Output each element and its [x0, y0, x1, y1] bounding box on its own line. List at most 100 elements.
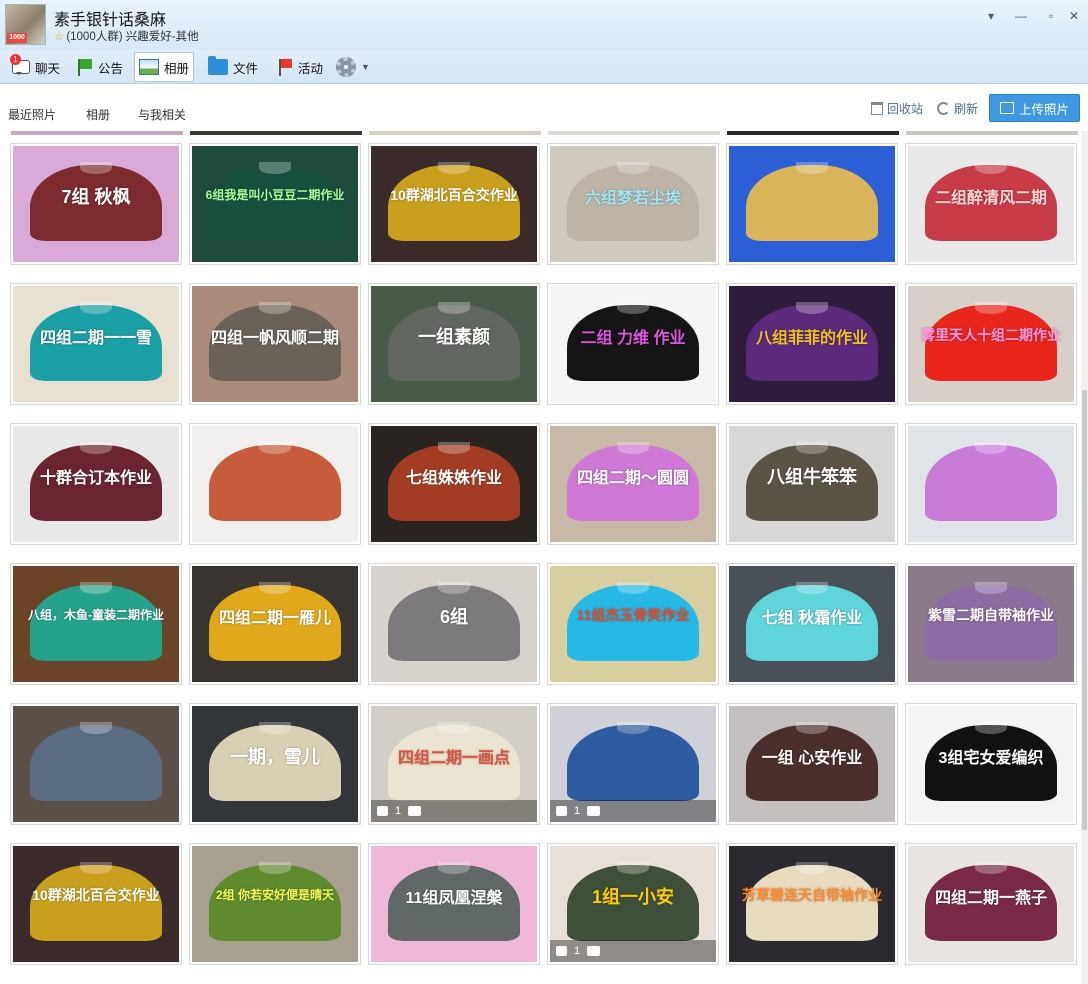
photo-thumbnail[interactable]: 雾里天人十组二期作业 — [905, 283, 1077, 405]
photo-thumbnail[interactable]: 八组牛笨笨 — [726, 423, 898, 545]
minimize-icon[interactable]: — — [1013, 9, 1029, 23]
maximize-icon[interactable]: ▫ — [1043, 9, 1059, 23]
photo-thumbnail[interactable]: 六组梦若尘埃 — [547, 143, 719, 265]
trash-icon — [871, 102, 883, 115]
recycle-bin-button[interactable]: 回收站 — [871, 100, 923, 117]
photo-thumbnail[interactable] — [726, 143, 898, 265]
photo-thumbnail[interactable]: 八组，木鱼-童装二期作业 — [10, 563, 182, 685]
group-avatar[interactable]: 1000 — [5, 4, 46, 45]
photo-caption: 一组素颜 — [418, 327, 490, 347]
photo-thumbnail[interactable] — [10, 703, 182, 825]
photo-thumbnail[interactable]: 七组 秋霜作业 — [726, 563, 898, 685]
photo-thumbnail[interactable]: 四组二期一画点 1 — [368, 703, 540, 825]
photo-thumbnail[interactable]: 十群合订本作业 — [10, 423, 182, 545]
thumbs-up-icon[interactable] — [377, 806, 388, 816]
photo-thumbnail[interactable]: 四组二期一雁儿 — [189, 563, 361, 685]
photo-thumbnail[interactable]: 四组二期～圆圆 — [547, 423, 719, 545]
photo-thumbnail[interactable] — [905, 423, 1077, 545]
photo-thumbnail[interactable]: 一组 心安作业 — [726, 703, 898, 825]
tab-recent-photos[interactable]: 最近照片 — [8, 106, 56, 123]
photo-thumbnail[interactable]: 2组 你若安好便是晴天 — [189, 843, 361, 965]
photo-image: 八组，木鱼-童装二期作业 — [13, 566, 179, 682]
photo-thumbnail[interactable]: 四组二期一一雪 — [10, 283, 182, 405]
tab-chat[interactable]: 1 聊天 — [8, 52, 64, 82]
tab-notice[interactable]: 公告 — [71, 52, 127, 82]
tab-album[interactable]: 相册 — [134, 52, 195, 82]
photo-thumbnail[interactable]: 紫雪二期自带袖作业 — [905, 563, 1077, 685]
knitted-sweater-image — [29, 721, 163, 802]
photo-partial-top[interactable] — [369, 131, 541, 135]
refresh-label: 刷新 — [954, 102, 979, 116]
photo-partial-top[interactable] — [548, 131, 720, 135]
album-subnav: 最近照片 相册 与我相关 — [0, 85, 1088, 131]
photo-caption: 6组 — [439, 607, 468, 627]
photo-image: 八组牛笨笨 — [729, 426, 895, 542]
photo-image: 一组 心安作业 — [729, 706, 895, 822]
upload-photo-button[interactable]: 上传照片 — [989, 94, 1080, 122]
photo-image: 10群湖北百合交作业 — [13, 846, 179, 962]
photo-partial-top[interactable] — [11, 131, 183, 135]
photo-image: 七组 秋霜作业 — [729, 566, 895, 682]
photo-partial-top[interactable] — [190, 131, 362, 135]
photo-thumbnail[interactable]: 10群湖北百合交作业 — [368, 143, 540, 265]
knitted-sweater-image — [924, 441, 1058, 522]
photo-thumbnail[interactable]: 七组姝姝作业 — [368, 423, 540, 545]
thumbs-up-icon[interactable] — [556, 946, 567, 956]
photo-thumbnail[interactable] — [189, 423, 361, 545]
scrollbar-thumb[interactable] — [1082, 390, 1087, 830]
refresh-button[interactable]: 刷新 — [937, 100, 978, 117]
tab-files[interactable]: 文件 — [204, 52, 262, 82]
photo-thumbnail[interactable]: 一期，雪儿 — [189, 703, 361, 825]
photo-image: 11组杰玉骨笑作业 — [550, 566, 716, 682]
photo-thumbnail[interactable]: 6组 — [368, 563, 540, 685]
photo-thumbnail[interactable]: 11组凤凰涅槃 — [368, 843, 540, 965]
photo-caption: 10群湖北百合交作业 — [32, 887, 160, 903]
photo-image: 四组二期～圆圆 — [550, 426, 716, 542]
close-icon[interactable]: ✕ — [1066, 9, 1082, 23]
photo-thumbnail[interactable]: 芳草碧连天自带袖作业 — [726, 843, 898, 965]
comment-icon[interactable] — [408, 806, 422, 816]
tab-related[interactable]: 与我相关 — [138, 106, 186, 123]
photo-thumbnail[interactable]: 四组一帆风顺二期 — [189, 283, 361, 405]
photo-thumbnail[interactable]: 6组我是叫小豆豆二期作业 — [189, 143, 361, 265]
photo-thumbnail[interactable]: 10群湖北百合交作业 — [10, 843, 182, 965]
photo-caption: 四组一帆风顺二期 — [210, 330, 339, 347]
tab-notice-label: 公告 — [98, 61, 124, 76]
photo-thumbnail[interactable]: 1组一小安 1 — [547, 843, 719, 965]
photo-caption: 1组一小安 — [591, 887, 674, 907]
photo-image: 1组一小安 1 — [550, 846, 716, 962]
chat-icon: 1 — [10, 54, 30, 75]
tab-files-label: 文件 — [233, 61, 259, 76]
photo-thumbnail[interactable]: 四组二期一燕子 — [905, 843, 1077, 965]
comment-icon[interactable] — [587, 806, 601, 816]
photo-caption: 四组二期一画点 — [397, 750, 510, 767]
photo-partial-top[interactable] — [727, 131, 899, 135]
photo-thumbnail[interactable]: 二组 力维 作业 — [547, 283, 719, 405]
photo-caption: 7组 秋枫 — [61, 187, 131, 207]
photo-caption: 八组菲菲的作业 — [755, 330, 868, 347]
photo-caption: 一期，雪儿 — [230, 747, 320, 767]
photo-image: 六组梦若尘埃 — [550, 146, 716, 262]
thumbs-up-icon[interactable] — [556, 806, 567, 816]
photo-like-bar: 1 — [371, 800, 537, 822]
dropdown-icon[interactable]: ▾ — [983, 9, 999, 23]
tab-events[interactable]: 活动 — [273, 52, 327, 82]
notice-icon — [75, 58, 93, 76]
photo-thumbnail[interactable]: 二组醉清风二期 — [905, 143, 1077, 265]
photo-caption: 10群湖北百合交作业 — [390, 187, 518, 203]
photo-thumbnail[interactable]: 3组宅女爱编织 — [905, 703, 1077, 825]
comment-icon[interactable] — [587, 946, 601, 956]
photo-image: 芳草碧连天自带袖作业 — [729, 846, 895, 962]
photo-image: 3组宅女爱编织 — [908, 706, 1074, 822]
settings-menu[interactable]: ▼ — [332, 52, 374, 82]
photo-thumbnail[interactable]: 11组杰玉骨笑作业 — [547, 563, 719, 685]
photo-caption: 六组梦若尘埃 — [584, 190, 681, 207]
photo-thumbnail[interactable]: 7组 秋枫 — [10, 143, 182, 265]
photo-caption: 四组二期一一雪 — [39, 330, 152, 347]
photo-image: 十群合订本作业 — [13, 426, 179, 542]
photo-partial-top[interactable] — [906, 131, 1078, 135]
photo-thumbnail[interactable]: 八组菲菲的作业 — [726, 283, 898, 405]
tab-albums[interactable]: 相册 — [86, 106, 110, 123]
photo-thumbnail[interactable]: 一组素颜 — [368, 283, 540, 405]
photo-thumbnail[interactable]: 1 — [547, 703, 719, 825]
